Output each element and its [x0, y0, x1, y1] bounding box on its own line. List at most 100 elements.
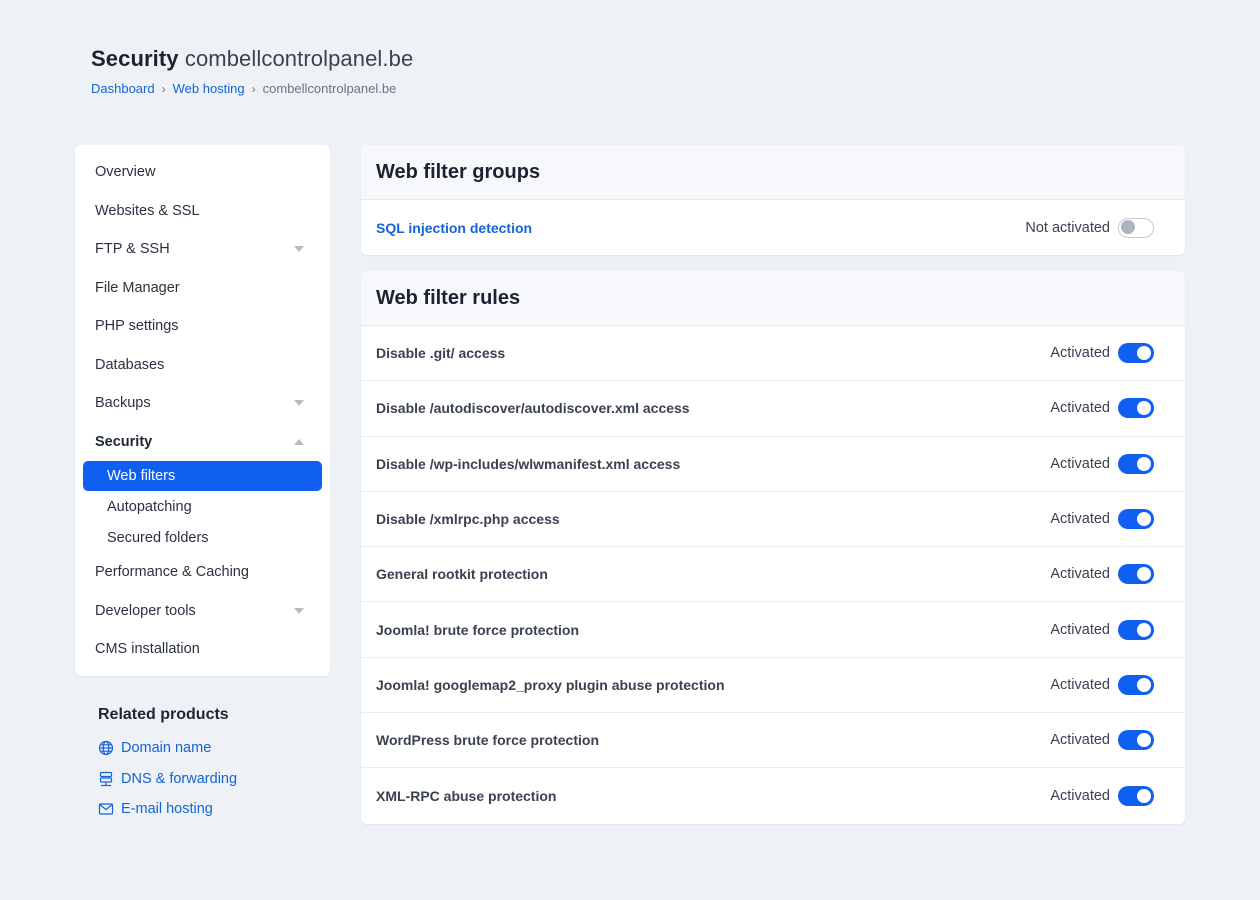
filter-toggle[interactable] [1118, 343, 1154, 364]
sidebar-item-label: Secured folders [107, 529, 209, 546]
breadcrumb-dashboard[interactable]: Dashboard [91, 81, 155, 96]
filter-rule-row: Joomla! brute force protection Activated [361, 602, 1185, 658]
filter-status-text: Activated [1050, 676, 1110, 693]
filter-rule-label: Disable /xmlrpc.php access [376, 511, 560, 528]
page-title: Security combellcontrolpanel.be [91, 46, 413, 72]
filter-status-text: Activated [1050, 511, 1110, 528]
filter-toggle[interactable] [1118, 786, 1154, 807]
sidebar-subitem-web-filters[interactable]: Web filters [83, 461, 322, 491]
filter-toggle[interactable] [1118, 398, 1154, 419]
sidebar-item-label: Backups [95, 395, 151, 412]
filter-toggle[interactable] [1118, 674, 1154, 695]
related-link-domain-name[interactable]: Domain name [98, 733, 237, 764]
sidebar-item-performance-caching[interactable]: Performance & Caching [83, 553, 322, 592]
filter-group-row: SQL injection detection Not activated [361, 200, 1185, 255]
sidebar-item-label: CMS installation [95, 641, 200, 658]
filter-rule-row: General rootkit protection Activated [361, 547, 1185, 603]
filter-status-wrap: Activated [1050, 398, 1154, 419]
filter-toggle[interactable] [1118, 453, 1154, 474]
sidebar-item-file-manager[interactable]: File Manager [83, 269, 322, 308]
filter-rule-row: Disable /xmlrpc.php access Activated [361, 492, 1185, 548]
filter-status-wrap: Activated [1050, 786, 1154, 807]
filter-status-text: Activated [1050, 345, 1110, 362]
filter-group-link[interactable]: SQL injection detection [376, 220, 532, 236]
toggle-knob [1121, 220, 1135, 235]
filter-rule-label: Disable .git/ access [376, 345, 506, 362]
page-title-domain: combellcontrolpanel.be [184, 46, 414, 71]
toggle-knob [1137, 512, 1151, 527]
filter-toggle[interactable] [1118, 619, 1154, 640]
filter-status-text: Not activated [1025, 219, 1110, 236]
filter-rule-row: Disable /wp-includes/wlwmanifest.xml acc… [361, 437, 1185, 492]
sidebar-item-label: Websites & SSL [95, 202, 200, 219]
caret-up-icon [294, 438, 304, 445]
breadcrumb: Dashboard › Web hosting › combellcontrol… [91, 81, 413, 96]
sidebar-item-ftp-ssh[interactable]: FTP & SSH [83, 230, 322, 269]
filter-rule-row: XML-RPC abuse protection Activated [361, 768, 1185, 823]
filter-rule-label: XML-RPC abuse protection [376, 788, 557, 805]
filter-rule-row: Disable /autodiscover/autodiscover.xml a… [361, 381, 1185, 437]
breadcrumb-chevron-icon: › [161, 81, 166, 96]
filter-status-text: Activated [1050, 621, 1110, 638]
filter-toggle[interactable] [1118, 217, 1154, 238]
sidebar-item-label: Security [95, 433, 153, 450]
related-link-email-hosting[interactable]: E-mail hosting [98, 794, 237, 825]
breadcrumb-web-hosting[interactable]: Web hosting [173, 81, 245, 96]
page-title-section: Security [91, 46, 179, 71]
sidebar-item-overview[interactable]: Overview [83, 153, 322, 192]
sidebar-item-label: PHP settings [95, 318, 179, 335]
filter-status-wrap: Activated [1050, 509, 1154, 530]
filter-toggle[interactable] [1118, 730, 1154, 751]
card-title: Web filter groups [361, 145, 1185, 200]
web-filter-rules-card: Web filter rules Disable .git/ access Ac… [361, 271, 1185, 824]
breadcrumb-chevron-icon: › [251, 81, 256, 96]
sidebar-item-security[interactable]: Security [83, 423, 322, 462]
filter-rule-row: Disable .git/ access Activated [361, 326, 1185, 382]
toggle-knob [1137, 401, 1151, 416]
web-filter-groups-card: Web filter groups SQL injection detectio… [361, 145, 1185, 256]
related-products-title: Related products [98, 706, 229, 723]
toggle-knob [1137, 789, 1151, 804]
sidebar-item-websites-ssl[interactable]: Websites & SSL [83, 192, 322, 231]
filter-status-wrap: Not activated [1025, 217, 1154, 238]
card-title: Web filter rules [361, 271, 1185, 326]
page-header: Security combellcontrolpanel.be Dashboar… [91, 46, 413, 96]
filter-status-wrap: Activated [1050, 619, 1154, 640]
filter-rule-label: WordPress brute force protection [376, 732, 600, 749]
sidebar-item-label: File Manager [95, 279, 180, 296]
filter-rule-label: Joomla! googlemap2_proxy plugin abuse pr… [376, 676, 725, 693]
filter-status-wrap: Activated [1050, 730, 1154, 751]
related-link-label: E-mail hosting [121, 801, 213, 818]
toggle-knob [1137, 677, 1151, 692]
mail-icon [98, 803, 114, 815]
sidebar-item-developer-tools[interactable]: Developer tools [83, 592, 322, 631]
sidebar-item-label: Overview [95, 164, 156, 181]
sidebar-subitem-secured-folders[interactable]: Secured folders [83, 523, 322, 554]
filter-status-text: Activated [1050, 566, 1110, 583]
toggle-knob [1137, 733, 1151, 748]
sidebar-item-cms-installation[interactable]: CMS installation [83, 630, 322, 669]
filter-rule-row: Joomla! googlemap2_proxy plugin abuse pr… [361, 658, 1185, 714]
toggle-knob [1137, 622, 1151, 637]
filter-status-wrap: Activated [1050, 343, 1154, 364]
breadcrumb-current: combellcontrolpanel.be [262, 81, 397, 96]
sidebar-subitem-autopatching[interactable]: Autopatching [83, 492, 322, 523]
filter-status-wrap: Activated [1050, 674, 1154, 695]
caret-down-icon [294, 400, 304, 407]
filter-status-wrap: Activated [1050, 453, 1154, 474]
sidebar-item-backups[interactable]: Backups [83, 384, 322, 423]
related-link-dns-forwarding[interactable]: DNS & forwarding [98, 764, 237, 795]
filter-rule-label: Disable /wp-includes/wlwmanifest.xml acc… [376, 455, 681, 472]
sidebar-item-databases[interactable]: Databases [83, 346, 322, 385]
sidebar-nav: Overview Websites & SSL FTP & SSH File M… [75, 145, 330, 676]
caret-down-icon [294, 246, 304, 253]
filter-toggle[interactable] [1118, 564, 1154, 585]
toggle-knob [1137, 456, 1151, 471]
sidebar-item-label: Web filters [107, 468, 176, 484]
sidebar-item-php-settings[interactable]: PHP settings [83, 307, 322, 346]
filter-status-text: Activated [1050, 788, 1110, 805]
filter-toggle[interactable] [1118, 509, 1154, 530]
filter-status-text: Activated [1050, 400, 1110, 417]
dns-icon [99, 771, 113, 786]
globe-icon [98, 741, 114, 756]
